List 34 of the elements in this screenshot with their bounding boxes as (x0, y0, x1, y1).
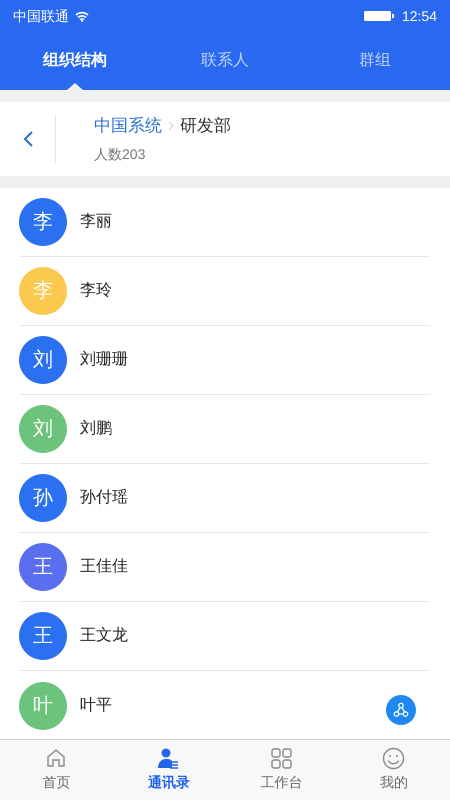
nav-tab[interactable]: 我的 (338, 740, 450, 800)
wifi-icon (75, 10, 89, 22)
avatar: 刘 (19, 405, 67, 453)
contact-name[interactable]: 李丽 (80, 210, 112, 234)
avatar: 李 (19, 198, 67, 246)
back-icon (22, 130, 34, 148)
nav-tab[interactable]: 通讯录 (112, 740, 225, 800)
avatar: 王 (19, 612, 67, 660)
contact-name[interactable]: 刘珊珊 (80, 348, 128, 372)
battery-icon (364, 11, 394, 21)
contact-name[interactable]: 叶平 (80, 694, 112, 718)
chevron-icon (168, 120, 174, 130)
smiley-icon (382, 747, 406, 770)
breadcrumb-current: 研发部 (180, 114, 231, 137)
avatar: 叶 (19, 682, 67, 730)
network-icon (393, 702, 409, 718)
grid-icon (270, 747, 293, 770)
avatar: 刘 (19, 336, 67, 384)
contact-name[interactable]: 王佳佳 (80, 555, 128, 579)
nav-tab[interactable]: 首页 (0, 740, 112, 800)
contact-name[interactable]: 王文龙 (80, 624, 128, 648)
tab[interactable]: 组织结构 (0, 32, 150, 90)
avatar: 王 (19, 543, 67, 591)
person-icon (157, 747, 180, 770)
member-count: 人数203 (94, 145, 146, 164)
contact-name[interactable]: 李玲 (80, 279, 112, 303)
avatar: 孙 (19, 474, 67, 522)
clock-time: 12:54 (402, 6, 437, 26)
carrier-name: 中国联通 (13, 6, 69, 26)
breadcrumb-link[interactable]: 中国系统 (94, 112, 162, 138)
nav-tab[interactable]: 工作台 (225, 740, 338, 800)
contact-name[interactable]: 刘鹏 (80, 417, 112, 441)
avatar: 李 (19, 267, 67, 315)
contact-name[interactable]: 孙付瑶 (80, 486, 128, 510)
